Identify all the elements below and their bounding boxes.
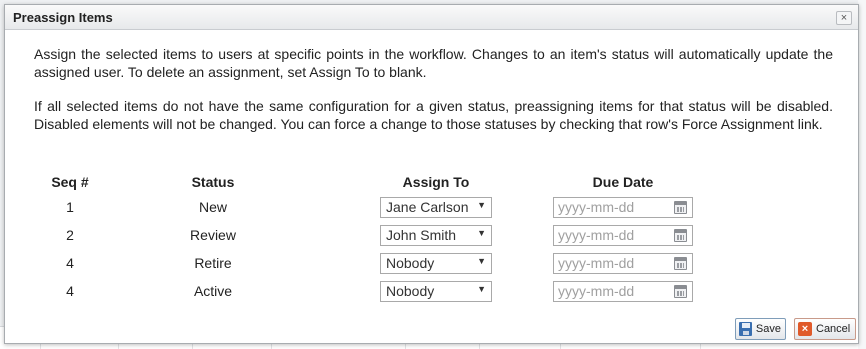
due-date-placeholder: yyyy-mm-dd [558, 226, 635, 243]
background-right-edge [858, 0, 866, 349]
chevron-down-icon: ▼ [477, 283, 486, 294]
chevron-down-icon: ▼ [477, 199, 486, 210]
table-row: 4 Retire Nobody ▼ yyyy-mm-dd [35, 249, 695, 277]
due-date-cell: yyyy-mm-dd [551, 221, 695, 249]
cancel-button[interactable]: × Cancel [794, 318, 856, 340]
table-row: 4 Active Nobody ▼ yyyy-mm-dd [35, 277, 695, 305]
column-header-seq: Seq # [51, 174, 89, 190]
status-cell: Review [190, 227, 236, 243]
column-header-status: Status [191, 174, 235, 190]
save-icon [739, 322, 752, 336]
chevron-down-icon: ▼ [477, 255, 486, 266]
assign-to-value: Nobody [386, 282, 435, 299]
table-header-row: Seq # Status Assign To Due Date [35, 171, 695, 193]
due-date-input[interactable]: yyyy-mm-dd [553, 280, 693, 302]
column-header-assign-to: Assign To [402, 174, 470, 190]
dialog-title: Preassign Items [13, 10, 113, 25]
assign-to-select[interactable]: John Smith ▼ [380, 224, 492, 246]
calendar-icon[interactable] [674, 228, 687, 242]
assign-to-cell: Nobody ▼ [321, 277, 551, 305]
seq-cell: 2 [66, 227, 74, 243]
preassign-items-dialog: Preassign Items × Assign the selected it… [4, 4, 859, 344]
due-date-input[interactable]: yyyy-mm-dd [553, 196, 693, 218]
due-date-cell: yyyy-mm-dd [551, 277, 695, 305]
calendar-icon[interactable] [674, 256, 687, 270]
column-header-due-date: Due Date [592, 174, 654, 190]
dialog-titlebar: Preassign Items × [5, 5, 858, 30]
due-date-input[interactable]: yyyy-mm-dd [553, 252, 693, 274]
assign-to-cell: Nobody ▼ [321, 249, 551, 277]
status-cell: Active [193, 283, 233, 299]
preassign-table: Seq # Status Assign To Due Date 1 New Ja… [35, 171, 695, 305]
save-button[interactable]: Save [735, 318, 786, 340]
seq-cell: 1 [66, 199, 74, 215]
calendar-icon[interactable] [674, 200, 687, 214]
chevron-down-icon: ▼ [477, 227, 486, 238]
status-cell: New [198, 199, 227, 215]
due-date-cell: yyyy-mm-dd [551, 193, 695, 221]
due-date-cell: yyyy-mm-dd [551, 249, 695, 277]
assign-to-cell: John Smith ▼ [321, 221, 551, 249]
due-date-input[interactable]: yyyy-mm-dd [553, 224, 693, 246]
assign-to-value: Nobody [386, 254, 435, 271]
save-button-label: Save [755, 323, 781, 335]
cancel-button-label: Cancel [816, 323, 851, 335]
dialog-description: Assign the selected items to users at sp… [34, 46, 833, 80]
assign-to-select[interactable]: Jane Carlson ▼ [380, 196, 492, 218]
assign-to-cell: Jane Carlson ▼ [321, 193, 551, 221]
due-date-placeholder: yyyy-mm-dd [558, 254, 635, 271]
table-row: 1 New Jane Carlson ▼ yyyy-mm-dd [35, 193, 695, 221]
table-row: 2 Review John Smith ▼ yyyy-mm-dd [35, 221, 695, 249]
seq-cell: 4 [66, 255, 74, 271]
calendar-icon[interactable] [674, 284, 687, 298]
assign-to-select[interactable]: Nobody ▼ [380, 280, 492, 302]
assign-to-value: Jane Carlson [386, 198, 469, 215]
dialog-description-disabled-note: If all selected items do not have the sa… [34, 98, 833, 132]
close-icon[interactable]: × [836, 11, 852, 25]
assign-to-value: John Smith [386, 226, 457, 243]
status-cell: Retire [194, 255, 232, 271]
assign-to-select[interactable]: Nobody ▼ [380, 252, 492, 274]
seq-cell: 4 [66, 283, 74, 299]
cancel-icon: × [798, 322, 812, 336]
due-date-placeholder: yyyy-mm-dd [558, 198, 635, 215]
due-date-placeholder: yyyy-mm-dd [558, 282, 635, 299]
